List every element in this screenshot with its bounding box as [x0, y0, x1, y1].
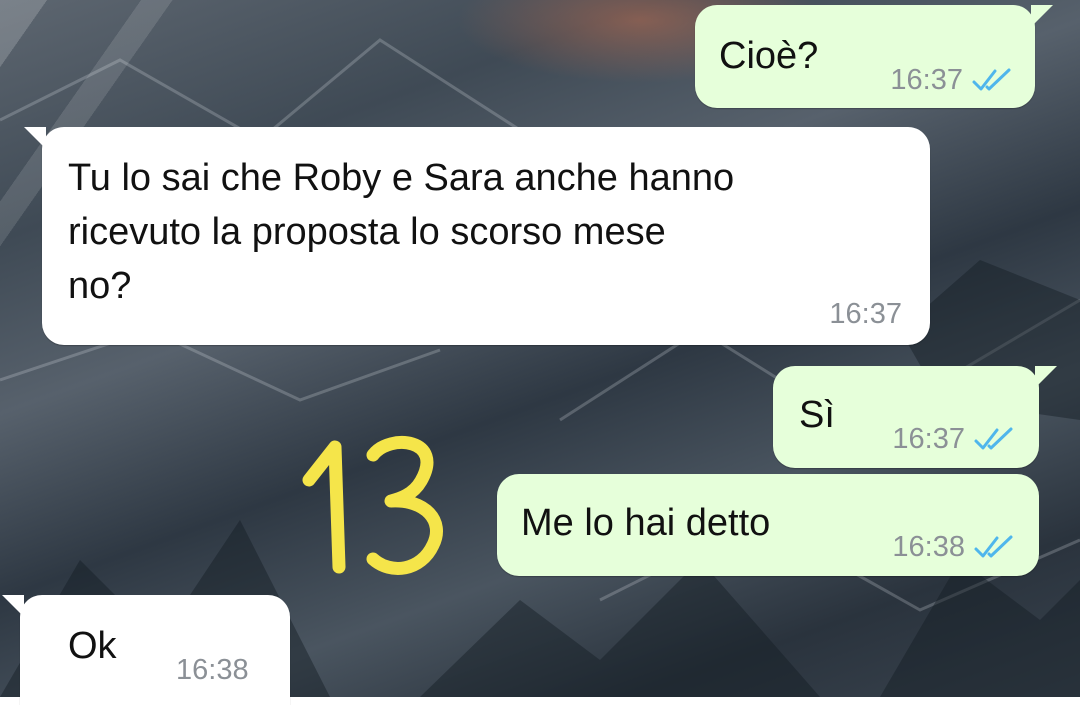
message-meta: 16:38	[892, 520, 1017, 574]
message-timestamp: 16:37	[892, 423, 965, 455]
message-bubble-incoming[interactable]: Tu lo sai che Roby e Sara anche hanno ri…	[24, 127, 930, 345]
message-timestamp: 16:37	[829, 298, 902, 330]
message-meta: 16:37	[829, 287, 902, 341]
message-text: Ok	[68, 625, 117, 667]
message-timestamp: 16:37	[890, 64, 963, 96]
message-timestamp: 16:38	[176, 654, 249, 686]
message-meta: 16:37	[892, 412, 1017, 466]
double-check-read-icon	[974, 427, 1013, 450]
message-bubble-incoming[interactable]: Ok 16:38	[2, 595, 290, 705]
double-check-read-icon	[972, 68, 1011, 91]
message-bubble-outgoing[interactable]: Me lo hai detto 16:38	[497, 474, 1039, 576]
message-bubble-outgoing[interactable]: Sì 16:37	[773, 366, 1057, 468]
message-bubble-outgoing[interactable]: Cioè? 16:37	[695, 5, 1053, 108]
message-text: Sì	[799, 394, 835, 436]
handwritten-annotation-13: 13	[302, 436, 443, 575]
message-meta: 16:38	[176, 643, 249, 697]
message-meta: 16:37	[890, 53, 1015, 107]
message-text: Cioè?	[719, 35, 819, 77]
message-timestamp: 16:38	[892, 531, 965, 563]
double-check-read-icon	[974, 535, 1013, 558]
message-text: Tu lo sai che Roby e Sara anche hanno ri…	[68, 157, 735, 307]
message-text: Me lo hai detto	[521, 502, 771, 544]
